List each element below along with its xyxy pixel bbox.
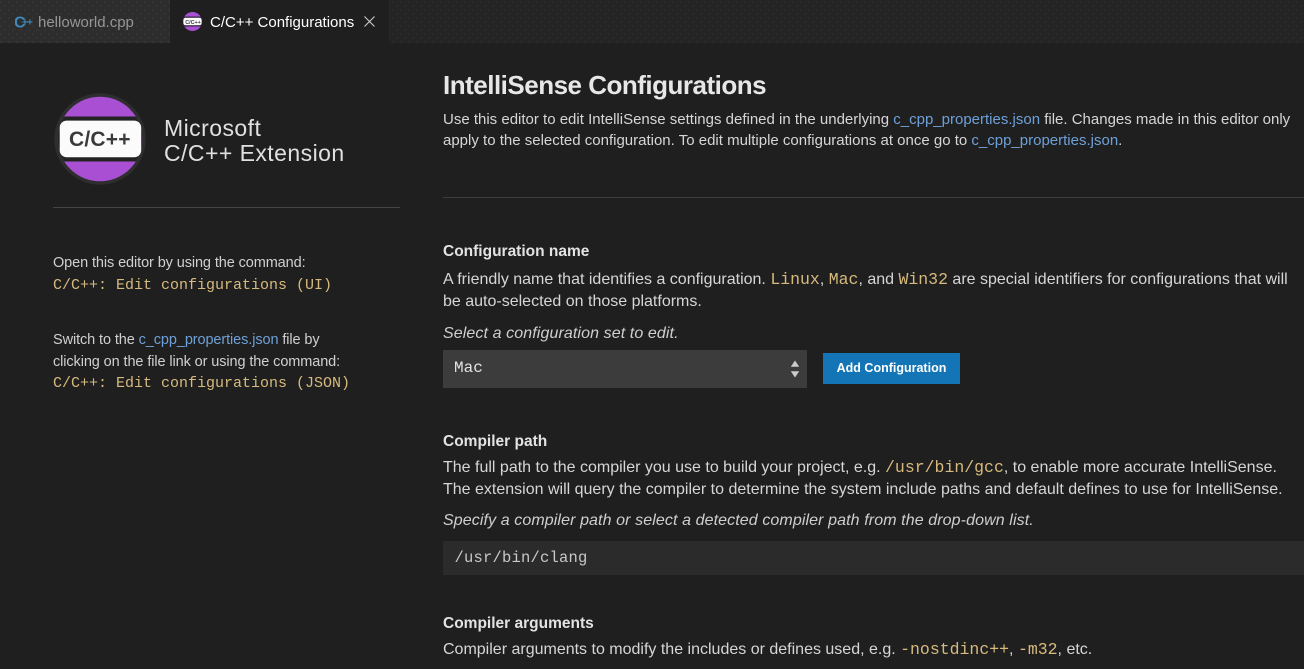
svg-text:C/C++: C/C++ xyxy=(69,128,131,151)
svg-text:+: + xyxy=(27,18,33,29)
svg-text:C/C++: C/C++ xyxy=(185,20,201,26)
